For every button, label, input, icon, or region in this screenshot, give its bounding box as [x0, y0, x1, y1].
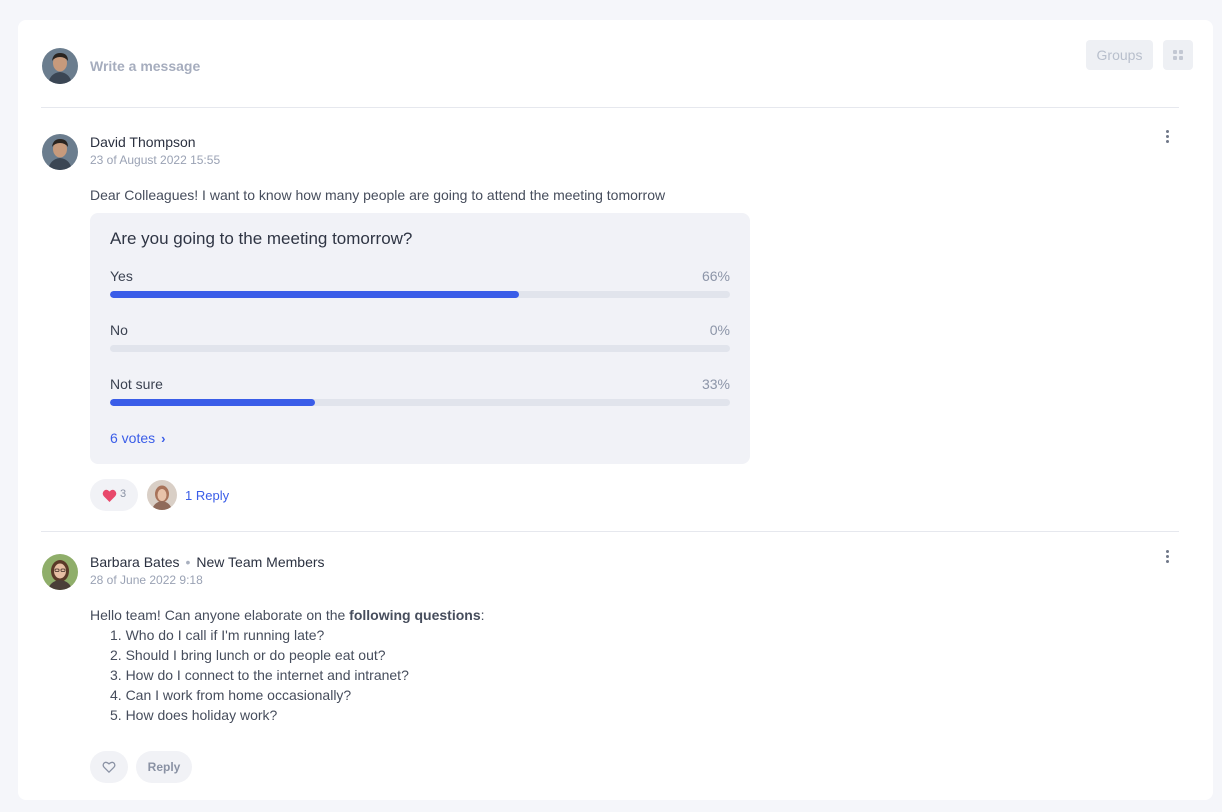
poll-option-percent: 0%: [709, 322, 730, 338]
author-name[interactable]: David Thompson: [90, 134, 196, 150]
feed-card: Groups David Thompson 23 of August 2022 …: [18, 20, 1213, 800]
poll-question: Are you going to the meeting tomorrow?: [110, 229, 413, 248]
post-date: 28 of June 2022 9:18: [90, 573, 203, 587]
like-button[interactable]: 3: [90, 479, 138, 511]
author-name-label: Barbara Bates: [90, 554, 180, 570]
post-intro-end: :: [480, 607, 485, 623]
post-date: 23 of August 2022 15:55: [90, 153, 221, 167]
reply-button[interactable]: Reply: [136, 751, 192, 783]
poll-bar-fill: [110, 399, 315, 406]
poll-votes-link[interactable]: 6 votes ›: [110, 430, 165, 446]
group-name[interactable]: New Team Members: [196, 554, 324, 570]
heart-icon: [102, 489, 117, 502]
poll-bar-track: [110, 345, 730, 352]
poll-option-percent: 33%: [701, 376, 730, 392]
poll-option[interactable]: Not sure 33%: [110, 376, 730, 416]
poll-votes-label: 6 votes: [110, 430, 156, 446]
list-item: 3. How do I connect to the internet and …: [110, 667, 409, 683]
current-user-avatar: [42, 48, 78, 84]
groups-button[interactable]: Groups: [1086, 40, 1153, 70]
post-text: Hello team! Can anyone elaborate on the …: [90, 607, 485, 623]
more-options-button[interactable]: [1160, 548, 1174, 566]
post-intro-bold: following questions: [349, 607, 481, 623]
replies-link[interactable]: 1 Reply: [185, 488, 229, 503]
list-item: 2. Should I bring lunch or do people eat…: [110, 647, 386, 663]
author-name[interactable]: Barbara Bates • New Team Members: [90, 554, 325, 570]
message-input[interactable]: [90, 56, 690, 76]
author-avatar[interactable]: [42, 554, 78, 590]
poll-option-percent: 66%: [701, 268, 730, 284]
divider: [41, 531, 1179, 532]
list-item: 5. How does holiday work?: [110, 707, 278, 723]
poll-option-label: Yes: [110, 268, 133, 284]
poll-bar-track: [110, 399, 730, 406]
divider: [41, 107, 1179, 108]
poll-option[interactable]: Yes 66%: [110, 268, 730, 308]
replier-avatar[interactable]: [147, 480, 177, 510]
chevron-right-icon: ›: [161, 431, 166, 446]
list-item: 1. Who do I call if I'm running late?: [110, 627, 325, 643]
grid-icon: [1173, 50, 1183, 60]
question-list: 1. Who do I call if I'm running late? 2.…: [110, 625, 409, 725]
post-text: Dear Colleagues! I want to know how many…: [90, 187, 666, 203]
grid-view-button[interactable]: [1163, 40, 1193, 70]
heart-outline-icon: [102, 761, 116, 773]
separator-dot: •: [185, 554, 191, 570]
list-item: 4. Can I work from home occasionally?: [110, 687, 352, 703]
post-intro: Hello team! Can anyone elaborate on the: [90, 607, 350, 623]
poll-bar-track: [110, 291, 730, 298]
poll-option-label: No: [110, 322, 128, 338]
poll-bar-fill: [110, 291, 520, 298]
more-options-button[interactable]: [1160, 128, 1174, 146]
poll-option-label: Not sure: [110, 376, 163, 392]
like-count: 3: [120, 488, 127, 500]
like-button[interactable]: [90, 751, 128, 783]
author-avatar[interactable]: [42, 134, 78, 170]
poll-option[interactable]: No 0%: [110, 322, 730, 362]
poll: Are you going to the meeting tomorrow? Y…: [90, 213, 750, 464]
